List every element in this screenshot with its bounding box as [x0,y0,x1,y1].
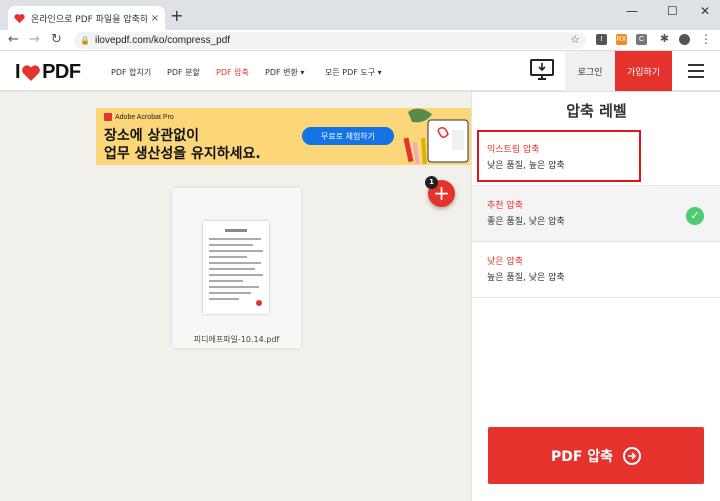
arrow-right-icon [623,446,642,465]
option-recommended-compression[interactable]: 추천 압축 좋은 품질, 낮은 압축 ✓ [472,186,720,242]
ilovepdf-logo[interactable]: I PDF [15,61,81,84]
url-bar[interactable]: 🔒 ilovepdf.com/ko/compress_pdf ☆ [74,32,586,49]
nav-all-tools[interactable]: 모든 PDF 도구 ▾ [325,67,382,78]
tab-title: 온라인으로 PDF 파일을 압축하세 [31,14,147,25]
heart-logo-icon [22,64,40,81]
ilovepdf-favicon-icon [14,13,25,23]
file-count-badge: 1 [425,176,438,189]
new-tab-button[interactable]: + [170,7,183,25]
bookmark-star-icon[interactable]: ☆ [570,33,580,46]
browser-tab-strip: 온라인으로 PDF 파일을 압축하세 × + — ☐ ✕ [0,0,720,30]
nav-compress-pdf[interactable]: PDF 압축 [216,67,249,78]
ad-illustration-icon [398,108,472,165]
option-name: 낮은 압축 [487,257,523,267]
back-arrow-icon[interactable]: ← [8,32,19,48]
option-name: 추천 압축 [487,201,523,211]
logo-text-i: I [15,61,21,83]
hamburger-menu-icon[interactable] [688,64,704,78]
extension-rx-icon[interactable]: RX [616,34,627,45]
ad-brand-text: Adobe Acrobat Pro [115,113,174,121]
file-card[interactable]: 피디에프파일-10.14.pdf [172,188,301,348]
adobe-logo-icon [104,113,112,121]
file-name: 피디에프파일-10.14.pdf [193,335,280,344]
selected-check-icon: ✓ [686,207,704,225]
tab-close-icon[interactable]: × [151,13,159,24]
nav-split-pdf[interactable]: PDF 분할 [167,67,200,78]
highlight-box [477,130,641,182]
ad-brand: Adobe Acrobat Pro [104,113,174,121]
ad-headline-2: 업무 생산성을 유지하세요. [104,146,261,162]
pdf-thumbnail [203,221,269,314]
extension-i-icon[interactable]: I [596,34,607,45]
pdf-page-preview-icon [209,229,263,306]
compression-level-heading: 압축 레벨 [566,102,627,120]
desktop-app-icon[interactable] [530,59,554,81]
nav-merge-pdf[interactable]: PDF 합치기 [111,67,151,78]
ad-cta-button[interactable]: 무료로 체험하기 [302,127,394,145]
compress-pdf-button[interactable]: PDF 압축 [488,427,704,484]
browser-menu-icon[interactable]: ⋮ [700,33,712,45]
logo-text-pdf: PDF [42,61,81,83]
login-button[interactable]: 로그인 [565,51,615,91]
extension-c-icon[interactable]: C [636,34,647,45]
option-desc: 높은 품질, 낮은 압축 [487,273,565,283]
minimize-button[interactable]: — [626,4,638,18]
close-window-button[interactable]: ✕ [700,4,710,18]
profile-avatar-icon[interactable] [679,34,690,45]
option-desc: 좋은 품질, 낮은 압축 [487,217,565,227]
nav-convert-pdf[interactable]: PDF 변환 ▾ [265,67,304,78]
url-text: ilovepdf.com/ko/compress_pdf [94,35,231,46]
ad-headline-1: 장소에 상관없이 [104,128,200,144]
signup-button[interactable]: 가입하기 [615,51,672,91]
maximize-button[interactable]: ☐ [667,4,678,18]
reload-icon[interactable]: ↻ [51,32,62,48]
site-header: I PDF PDF 합치기 PDF 분할 PDF 압축 PDF 변환 ▾ 모든 … [0,51,720,91]
browser-tab[interactable]: 온라인으로 PDF 파일을 압축하세 × [8,6,165,30]
lock-icon: 🔒 [80,36,90,45]
adobe-ad-banner[interactable]: Adobe Acrobat Pro 장소에 상관없이 업무 생산성을 유지하세요… [96,108,472,165]
extensions-puzzle-icon[interactable]: ✱ [659,34,670,45]
compress-button-label: PDF 압축 [550,448,614,465]
option-low-compression[interactable]: 낮은 압축 높은 품질, 낮은 압축 [472,242,720,298]
address-bar-row: ← → ↻ 🔒 ilovepdf.com/ko/compress_pdf ☆ I… [0,30,720,51]
forward-arrow-icon[interactable]: → [29,32,40,48]
